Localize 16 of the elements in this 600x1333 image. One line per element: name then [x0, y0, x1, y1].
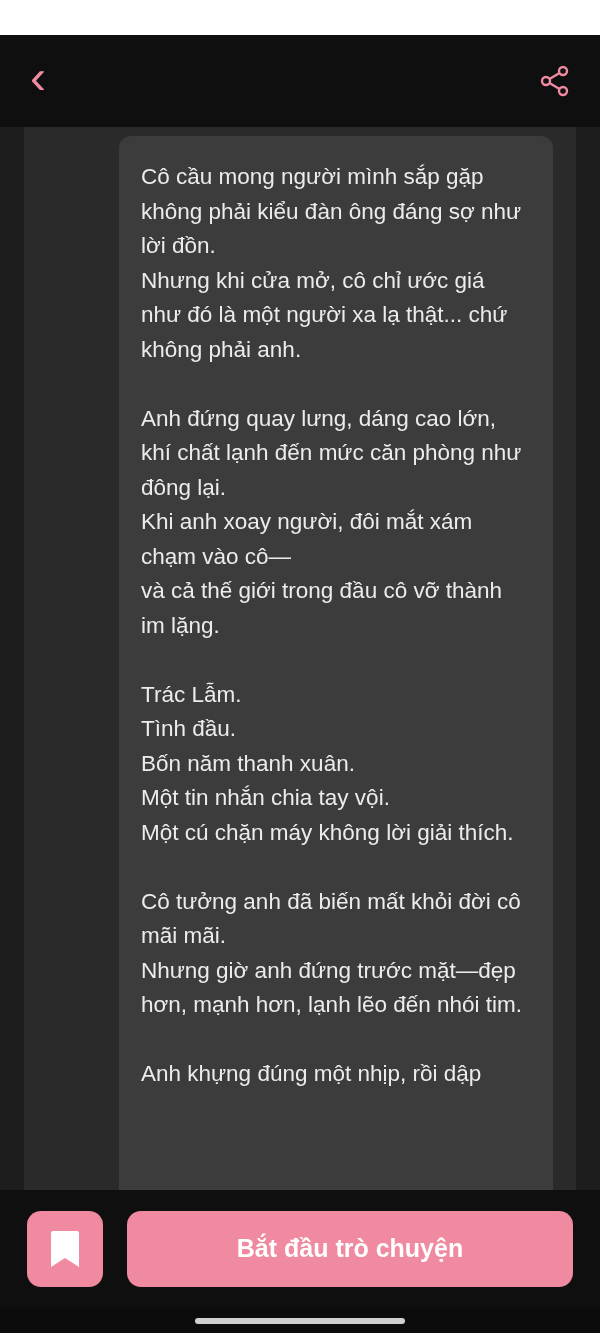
story-text: Cô tưởng anh đã biến mất khỏi đời cô mãi mãi.: [141, 887, 522, 950]
share-icon[interactable]: [540, 65, 570, 97]
back-button[interactable]: ‹: [30, 53, 46, 109]
story-text: và cả thế giới trong đầu cô vỡ thành im lặng.: [141, 577, 503, 640]
story-text: Một tin nhắn chia tay vội.: [141, 784, 391, 812]
story-text: Trác Lẫm.: [141, 680, 243, 709]
story-text: Bốn năm thanh xuân.: [141, 749, 356, 778]
story-text: Nhưng giờ anh đứng trước mặt—đẹp hơn, mạnh hơn, lạnh lẽo đến nhói tim.: [141, 956, 523, 1019]
bookmark-button[interactable]: [27, 1211, 103, 1287]
story-text: Cô cầu mong người mình sắp gặp không phải kiểu đàn ông đáng sợ như lời đồn.: [141, 163, 523, 260]
story-text: Anh khựng đúng một nhịp, rồi dập: [141, 1060, 483, 1088]
bookmark-icon: [49, 1229, 81, 1269]
story-text: Nhưng khi cửa mở, cô chỉ ước giá như đó là một người xa lạ thật... chứ không phải anh.: [141, 266, 509, 364]
story-text: Tình đầu.: [141, 715, 238, 743]
story-text: Anh đứng quay lưng, dáng cao lớn, khí chất lạnh đến mức căn phòng như đông lại.: [141, 404, 523, 502]
story-text: Một cú chặn máy không lời giải thích.: [141, 818, 515, 847]
